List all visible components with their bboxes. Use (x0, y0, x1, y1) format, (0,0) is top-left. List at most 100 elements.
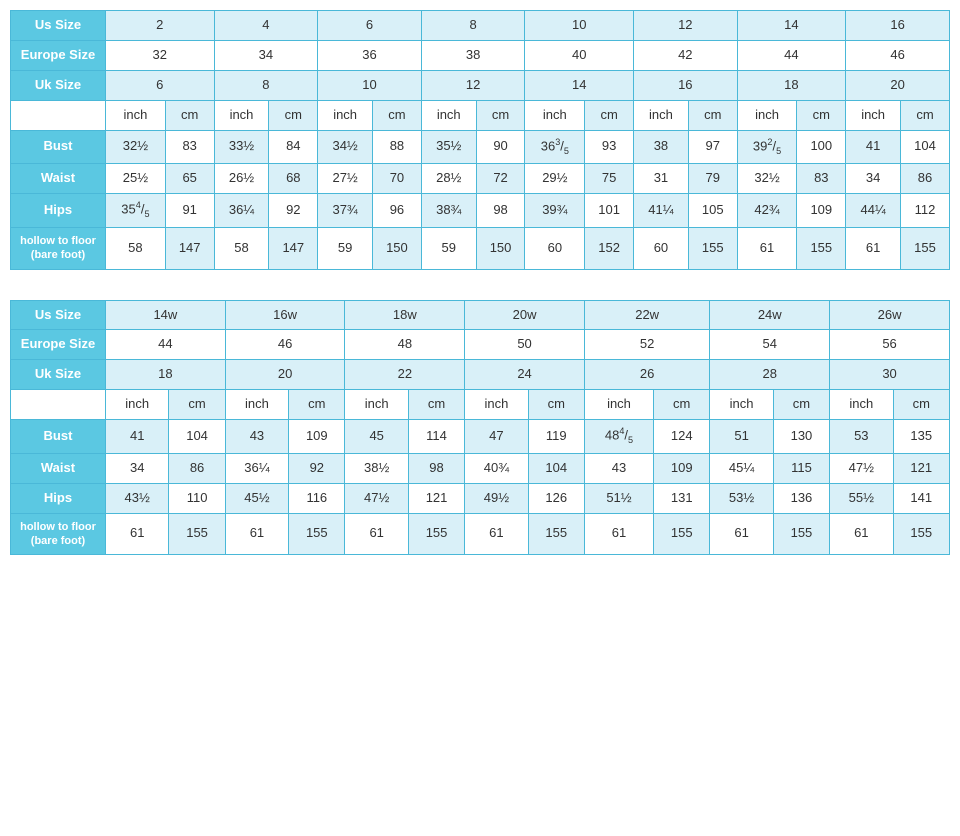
uk-size-row-2: Uk Size 18 20 22 24 26 28 30 (11, 360, 950, 390)
uk-size-20: 20 (225, 360, 345, 390)
waist-t1-inch-5: 29½ (525, 164, 585, 194)
hips-t2-cm-2: 116 (289, 483, 345, 513)
size-chart-container: Us Size 2 4 6 8 10 12 14 16 Europe Size … (10, 10, 950, 555)
unit-cm-3: cm (373, 100, 422, 130)
us-size-row-2: Us Size 14w 16w 18w 20w 22w 24w 26w (11, 300, 950, 330)
hips-label: Hips (11, 194, 106, 228)
unit-inch-1: inch (106, 100, 166, 130)
waist-t1-cm-4: 72 (476, 164, 525, 194)
hips-t2-cm-6: 136 (773, 483, 829, 513)
bust-t1-inch-1: 32½ (106, 130, 166, 164)
bust-t1-inch-5: 363/5 (525, 130, 585, 164)
waist-t1-cm-1: 65 (165, 164, 214, 194)
waist-t1-cm-2: 68 (269, 164, 318, 194)
us-size-row: Us Size 2 4 6 8 10 12 14 16 (11, 11, 950, 41)
hips-t1-inch-4: 38¾ (421, 194, 476, 228)
hollow-t2-inch-1: 61 (106, 513, 169, 555)
uk-size-24: 24 (465, 360, 585, 390)
waist-t2-inch-5: 43 (584, 453, 653, 483)
unit-cm-5: cm (585, 100, 634, 130)
eu-size-48: 48 (345, 330, 465, 360)
bust-t1-inch-8: 41 (846, 130, 901, 164)
hollow-t1-inch-2: 58 (214, 227, 269, 269)
eu-size-54: 54 (710, 330, 830, 360)
hollow-t1-inch-8: 61 (846, 227, 901, 269)
unit2-cm-6: cm (773, 390, 829, 420)
waist-t1-cm-8: 86 (901, 164, 950, 194)
bust-t1-inch-3: 34½ (318, 130, 373, 164)
unit2-inch-7: inch (830, 390, 893, 420)
hips-t2-inch-7: 55½ (830, 483, 893, 513)
waist-label: Waist (11, 164, 106, 194)
us-size-2: 2 (106, 11, 215, 41)
hips-t2-inch-1: 43½ (106, 483, 169, 513)
waist-t1-inch-1: 25½ (106, 164, 166, 194)
uk-size-20: 20 (846, 70, 950, 100)
eu-size-44: 44 (737, 40, 846, 70)
hips-t1-inch-1: 354/5 (106, 194, 166, 228)
hollow-t2-inch-3: 61 (345, 513, 408, 555)
europe-size-label: Europe Size (11, 40, 106, 70)
eu-size-32: 32 (106, 40, 215, 70)
unit2-inch-2: inch (225, 390, 288, 420)
hips-t2-inch-6: 53½ (710, 483, 773, 513)
bust-t1-cm-4: 90 (476, 130, 525, 164)
uk-size-10: 10 (318, 70, 422, 100)
bust-t2-cm-1: 104 (169, 420, 225, 454)
unit-inch-6: inch (634, 100, 689, 130)
waist-t1-cm-7: 83 (797, 164, 846, 194)
hollow-t2-inch-6: 61 (710, 513, 773, 555)
bust-t1-cm-3: 88 (373, 130, 422, 164)
bust-t2-inch-2: 43 (225, 420, 288, 454)
uk-size-8: 8 (214, 70, 318, 100)
hollow-t1-cm-7: 155 (797, 227, 846, 269)
us-size-20w: 20w (465, 300, 585, 330)
waist-t2-cm-5: 109 (654, 453, 710, 483)
hips-t1-cm-7: 109 (797, 194, 846, 228)
hips-row-2: Hips 43½ 110 45½ 116 47½ 121 49½ 126 51½… (11, 483, 950, 513)
us-size-24w: 24w (710, 300, 830, 330)
hollow-t2-cm-7: 155 (893, 513, 949, 555)
waist-t2-cm-4: 104 (528, 453, 584, 483)
uk-size-row: Uk Size 6 8 10 12 14 16 18 20 (11, 70, 950, 100)
waist-t2-inch-4: 40¾ (465, 453, 528, 483)
hips-t2-cm-1: 110 (169, 483, 225, 513)
bust-t1-cm-8: 104 (901, 130, 950, 164)
bust-t2-cm-3: 114 (408, 420, 464, 454)
hips-t2-cm-3: 121 (408, 483, 464, 513)
unit-inch-5: inch (525, 100, 585, 130)
waist-t1-inch-7: 32½ (737, 164, 797, 194)
bust-t2-inch-1: 41 (106, 420, 169, 454)
unit-inch-4: inch (421, 100, 476, 130)
hips-label-2: Hips (11, 483, 106, 513)
hollow-t2-cm-3: 155 (408, 513, 464, 555)
unit-cm-1: cm (165, 100, 214, 130)
hollow-t2-cm-6: 155 (773, 513, 829, 555)
hollow-t2-inch-2: 61 (225, 513, 288, 555)
uk-size-28: 28 (710, 360, 830, 390)
waist-t1-inch-4: 28½ (421, 164, 476, 194)
bust-t1-inch-6: 38 (634, 130, 689, 164)
unit-cm-8: cm (901, 100, 950, 130)
hips-row: Hips 354/5 91 36¼ 92 37¾ 96 38¾ 98 39¾ 1… (11, 194, 950, 228)
waist-label-2: Waist (11, 453, 106, 483)
waist-t2-cm-1: 86 (169, 453, 225, 483)
us-size-16: 16 (846, 11, 950, 41)
hollow-t1-cm-4: 150 (476, 227, 525, 269)
eu-size-40: 40 (525, 40, 634, 70)
uk-size-26: 26 (584, 360, 709, 390)
bust-t1-inch-2: 33½ (214, 130, 269, 164)
waist-t2-inch-1: 34 (106, 453, 169, 483)
eu-size-42: 42 (634, 40, 738, 70)
bust-t2-cm-6: 130 (773, 420, 829, 454)
eu-size-36: 36 (318, 40, 422, 70)
hips-t1-inch-3: 37¾ (318, 194, 373, 228)
hips-t1-inch-2: 36¼ (214, 194, 269, 228)
us-size-16w: 16w (225, 300, 345, 330)
hollow-t1-cm-1: 147 (165, 227, 214, 269)
waist-t2-inch-6: 45¼ (710, 453, 773, 483)
bust-label-2: Bust (11, 420, 106, 454)
unit-cm-4: cm (476, 100, 525, 130)
unit-inch-2: inch (214, 100, 269, 130)
us-size-14w: 14w (106, 300, 226, 330)
